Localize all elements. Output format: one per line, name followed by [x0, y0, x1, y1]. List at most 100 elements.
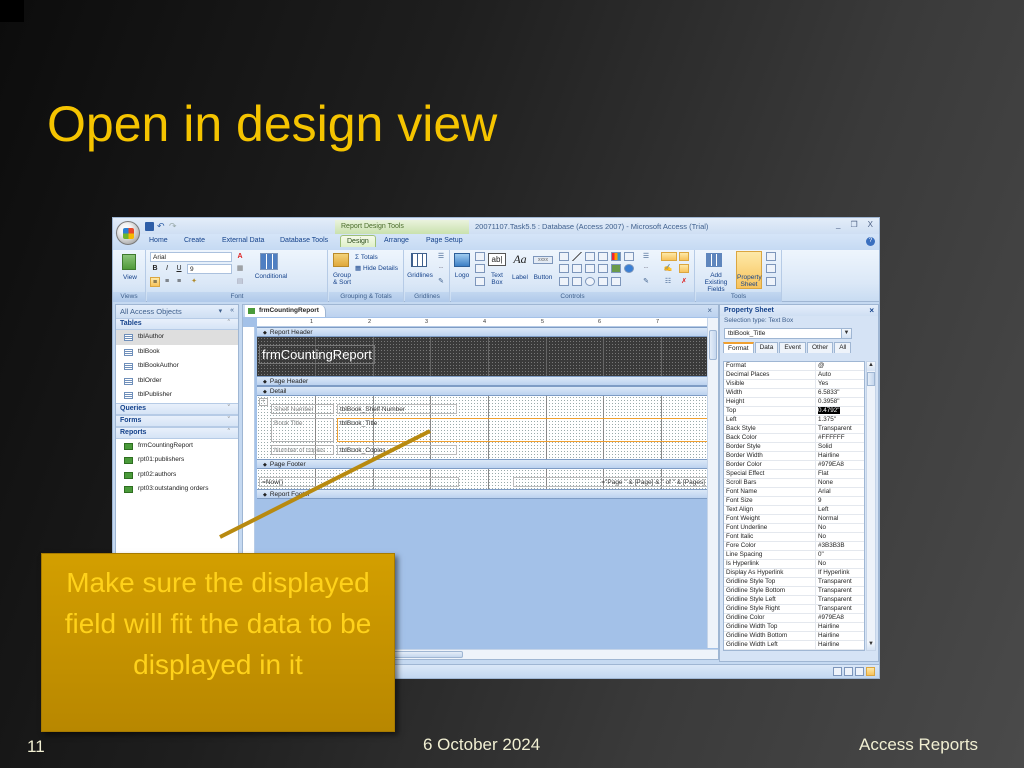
- nav-item-tblbook[interactable]: tblBook: [116, 345, 238, 360]
- alternate-fill-button[interactable]: ▤: [235, 277, 245, 287]
- set-control-defaults-icon[interactable]: ✍: [663, 264, 673, 274]
- nav-section-tables[interactable]: Tables ˆ: [116, 318, 238, 330]
- image-icon[interactable]: [611, 264, 621, 273]
- font-name-select[interactable]: Arial: [150, 252, 232, 262]
- toggle-button-icon[interactable]: [598, 277, 608, 286]
- nav-section-queries[interactable]: Queries ˇ: [116, 402, 238, 415]
- property-value[interactable]: #3B3B3B: [816, 542, 864, 550]
- property-row[interactable]: Is Hyperlink No: [724, 560, 864, 569]
- title-control-icon[interactable]: [475, 252, 485, 261]
- property-value[interactable]: No: [816, 533, 864, 541]
- conditional-button[interactable]: Conditional: [251, 273, 291, 280]
- property-row[interactable]: Fore Color #3B3B3B: [724, 542, 864, 551]
- line-color-controls-icon[interactable]: ✎: [641, 277, 651, 287]
- nav-item-tblpublisher[interactable]: tblPublisher: [116, 388, 238, 403]
- convert-macros-icon[interactable]: [766, 277, 776, 286]
- tab-arrange[interactable]: Arrange: [384, 237, 409, 244]
- nav-dropdown-icon[interactable]: ▾: [219, 307, 223, 315]
- nav-item-tblauthor[interactable]: tblAuthor: [116, 330, 238, 345]
- property-row[interactable]: Border Style Solid: [724, 443, 864, 452]
- property-value[interactable]: Transparent: [816, 587, 864, 595]
- report-view-icon[interactable]: [833, 667, 842, 676]
- tab-external-data[interactable]: External Data: [222, 237, 264, 244]
- page-number-textbox[interactable]: ="Page " & [Page] & " of " & [Pages]: [513, 477, 708, 487]
- view-button[interactable]: View: [117, 274, 143, 281]
- rectangle-icon[interactable]: [585, 252, 595, 261]
- label-button[interactable]: Label: [510, 274, 530, 281]
- property-value[interactable]: Hairline: [816, 650, 864, 651]
- attachment-icon[interactable]: [624, 277, 634, 286]
- property-row[interactable]: Decimal Places Auto: [724, 371, 864, 380]
- property-row[interactable]: Scroll Bars None: [724, 479, 864, 488]
- property-value[interactable]: Transparent: [816, 596, 864, 604]
- logo-button[interactable]: Logo: [451, 272, 473, 279]
- property-value[interactable]: 0.3958": [816, 398, 864, 406]
- gridlines-button[interactable]: Gridlines: [406, 272, 434, 279]
- property-row[interactable]: Border Width Hairline: [724, 452, 864, 461]
- shelf-number-textbox[interactable]: tblBook_Shelf Number: [337, 404, 457, 414]
- property-value[interactable]: 0": [816, 551, 864, 559]
- property-value[interactable]: Arial: [816, 488, 864, 496]
- nav-section-forms[interactable]: Forms ˇ: [116, 414, 238, 427]
- totals-button[interactable]: Σ Totals: [355, 254, 378, 261]
- property-row[interactable]: Back Color #FFFFFF: [724, 434, 864, 443]
- restore-button[interactable]: ❐: [850, 220, 857, 229]
- remove-icon[interactable]: ✗: [679, 277, 689, 287]
- chart-icon[interactable]: [611, 252, 621, 261]
- office-button[interactable]: [116, 221, 140, 245]
- property-value[interactable]: Hairline: [816, 632, 864, 640]
- property-value[interactable]: Hairline: [816, 623, 864, 631]
- frame-icon[interactable]: [572, 264, 582, 273]
- tab-order-icon[interactable]: [766, 252, 776, 261]
- property-row[interactable]: Font Italic No: [724, 533, 864, 542]
- tab-event[interactable]: Event: [779, 342, 806, 353]
- property-value[interactable]: Flat: [816, 470, 864, 478]
- property-row[interactable]: Gridline Style Bottom Transparent: [724, 587, 864, 596]
- line-style-icon[interactable]: ┄: [436, 264, 446, 274]
- copies-label[interactable]: Number of copies: [271, 445, 334, 455]
- property-scrollbar[interactable]: ▲ ▼: [866, 361, 876, 651]
- layout-view-icon[interactable]: [855, 667, 864, 676]
- book-title-label[interactable]: Book Title: [271, 418, 334, 442]
- fill-color-button[interactable]: ▦: [235, 264, 245, 274]
- property-value[interactable]: Transparent: [816, 578, 864, 586]
- property-value[interactable]: Solid: [816, 443, 864, 451]
- property-row[interactable]: Special Effect Flat: [724, 470, 864, 479]
- property-value[interactable]: @: [816, 362, 864, 370]
- tab-home[interactable]: Home: [149, 237, 168, 244]
- checkbox-icon[interactable]: [585, 264, 595, 273]
- property-row[interactable]: Format @: [724, 362, 864, 371]
- property-sheet-button[interactable]: Property Sheet: [736, 251, 762, 289]
- now-textbox[interactable]: =Now(): [259, 477, 459, 487]
- property-value[interactable]: Normal: [816, 515, 864, 523]
- nav-item-frmcountingreport[interactable]: frmCountingReport: [116, 439, 238, 454]
- property-row[interactable]: Font Name Arial: [724, 488, 864, 497]
- property-value[interactable]: #979EA8: [816, 614, 864, 622]
- group-sort-button[interactable]: Group & Sort: [331, 272, 353, 286]
- property-value[interactable]: Transparent: [816, 425, 864, 433]
- view-code-icon[interactable]: [766, 264, 776, 273]
- property-row[interactable]: Gridline Width Top Hairline: [724, 623, 864, 632]
- page-break-icon[interactable]: [598, 252, 608, 261]
- hyperlink-icon[interactable]: [624, 264, 634, 273]
- copies-textbox[interactable]: tblBook_Copies: [337, 445, 457, 455]
- scroll-thumb[interactable]: [867, 372, 875, 386]
- property-row[interactable]: Back Style Transparent: [724, 425, 864, 434]
- document-tab-frmcountingreport[interactable]: frmCountingReport: [245, 305, 326, 317]
- page-numbers-icon[interactable]: [475, 264, 485, 273]
- font-color-button[interactable]: A: [235, 252, 245, 262]
- redo-icon[interactable]: ↷: [169, 221, 178, 231]
- property-value[interactable]: #979EA8: [816, 461, 864, 469]
- nav-pane-header[interactable]: All Access Objects ▾ «: [116, 305, 238, 318]
- property-value[interactable]: Auto: [816, 371, 864, 379]
- property-row[interactable]: Text Align Left: [724, 506, 864, 515]
- property-value[interactable]: No: [816, 560, 864, 568]
- vertical-scrollbar[interactable]: [707, 318, 718, 648]
- add-existing-fields-button[interactable]: Add Existing Fields: [698, 272, 734, 293]
- property-value[interactable]: 6.5833": [816, 389, 864, 397]
- property-row[interactable]: Font Weight Normal: [724, 515, 864, 524]
- property-row[interactable]: Border Color #979EA8: [724, 461, 864, 470]
- select-all-controls-icon[interactable]: +: [259, 398, 268, 406]
- page-footer-band[interactable]: Page Footer: [257, 459, 708, 469]
- property-value[interactable]: Hairline: [816, 452, 864, 460]
